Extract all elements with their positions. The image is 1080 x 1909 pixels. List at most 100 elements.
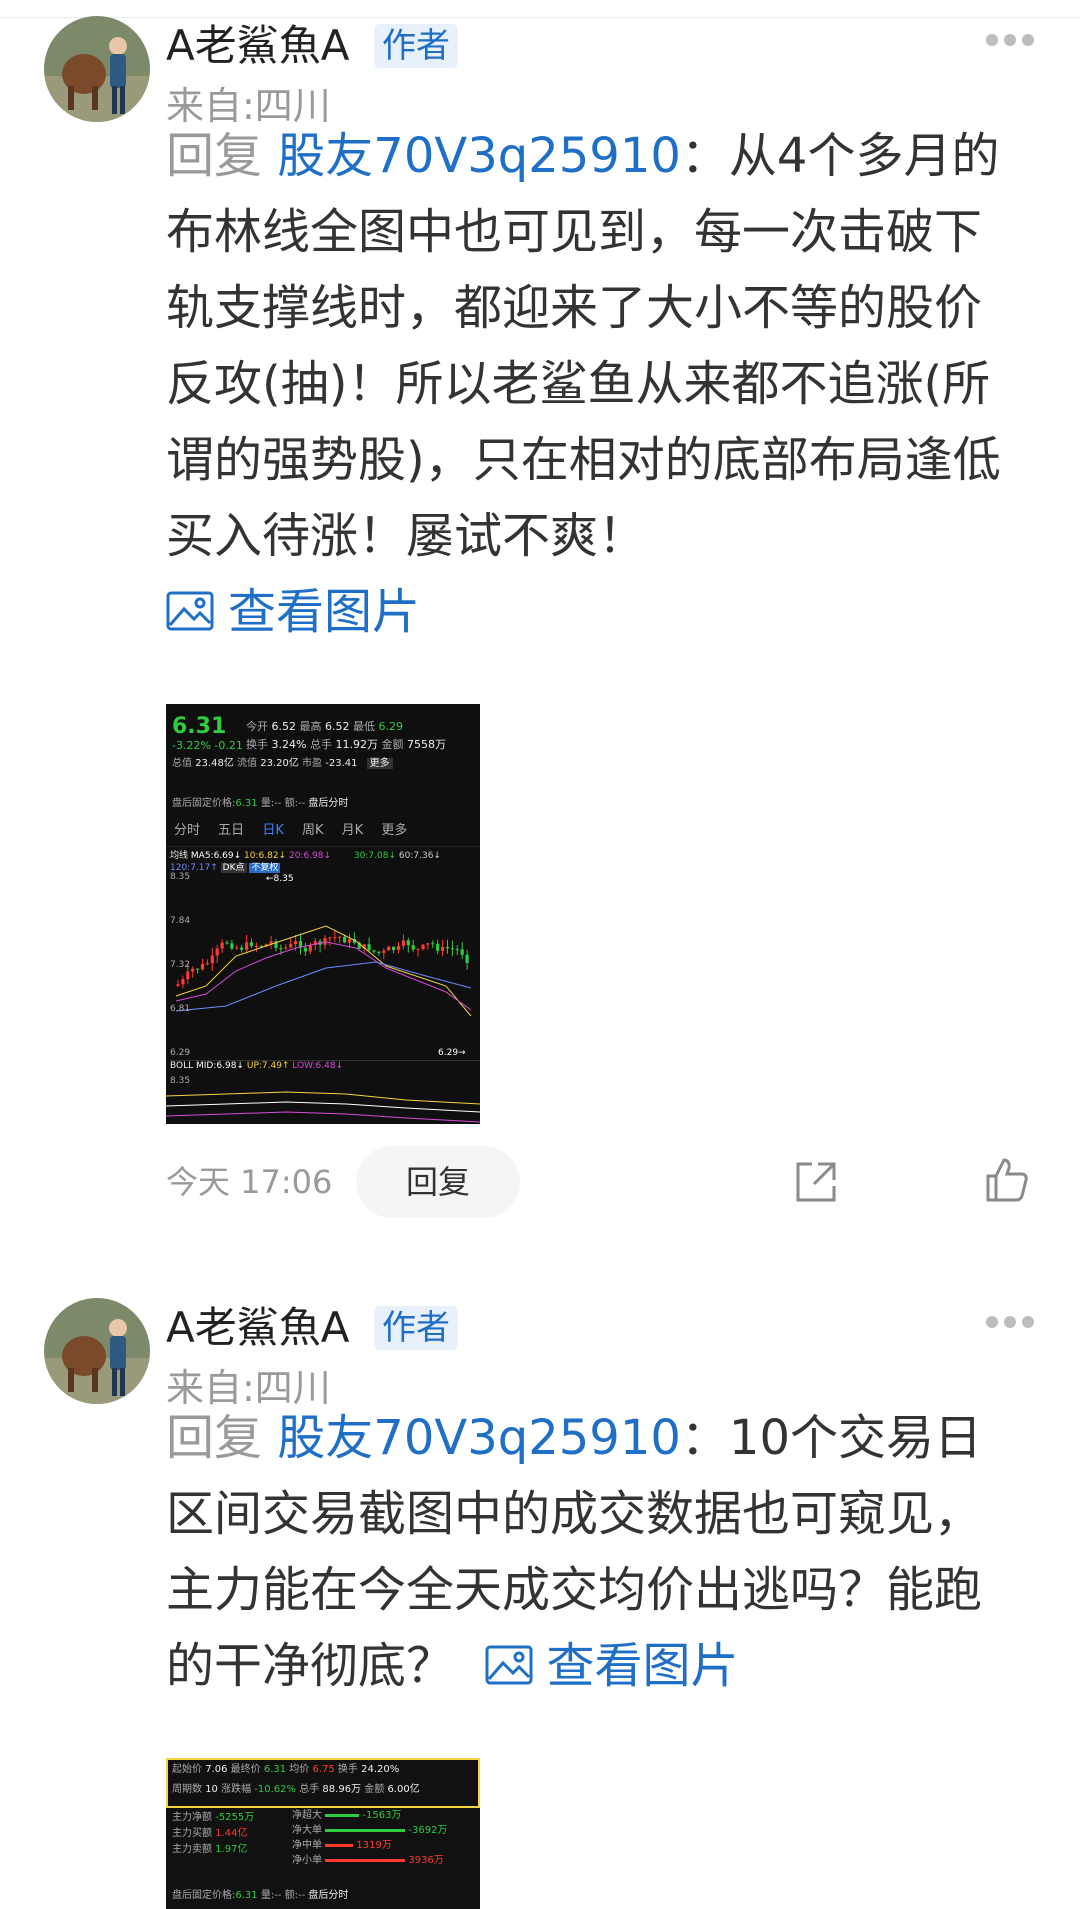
candle-body (392, 946, 396, 950)
buy-label: 主力买额 (172, 1828, 212, 1839)
ma30-value: 30:7.08↓ (353, 851, 397, 861)
boll-up: UP:7.49↑ (246, 1061, 290, 1071)
candle-body (416, 949, 420, 951)
tab-5day[interactable]: 五日 (218, 823, 244, 838)
after-time-toggle[interactable]: 盘后分时 (308, 798, 348, 809)
candle-body (382, 950, 386, 953)
candle-body (328, 937, 332, 939)
view-image-link[interactable]: 查看图片 (485, 1638, 739, 1694)
candle-body (323, 938, 327, 945)
more-button[interactable]: 更多 (366, 758, 393, 769)
stock-chart-thumbnail[interactable]: 6.31 -3.22% -0.21 今开 6.52 最高 6.52 最低 6.2… (166, 704, 480, 1124)
y-tick-2: 7.84 (170, 916, 191, 926)
avatar[interactable] (44, 1298, 150, 1404)
tab-weekly-k[interactable]: 周K (302, 823, 324, 838)
ma60-value: 60:7.36↓ (398, 851, 441, 861)
xl-label: 净超大 (292, 1810, 322, 1821)
more-options-icon[interactable] (986, 1316, 1034, 1330)
tab-monthly-k[interactable]: 月K (342, 823, 364, 838)
net-label: 主力净额 (172, 1812, 212, 1823)
ma-label: 均线 (170, 851, 189, 861)
candle-body (347, 939, 352, 943)
l-label: 净大单 (292, 1825, 322, 1836)
candle-body (279, 947, 283, 949)
candle-body (289, 944, 293, 948)
dk-button[interactable]: DK点 (220, 863, 247, 873)
float-label: 流值 (237, 758, 258, 769)
tab-more[interactable]: 更多 (381, 823, 407, 838)
volume-value: 11.92万 (335, 738, 378, 751)
view-image-link[interactable]: 查看图片 (166, 584, 420, 640)
price-change: -3.22% -0.21 (172, 739, 243, 752)
tab-intraday[interactable]: 分时 (174, 823, 200, 838)
candle-body (460, 949, 464, 955)
amount-value: 7558万 (406, 738, 446, 751)
after-price-label: 盘后固定价格: (172, 1890, 236, 1901)
after-amt-value: -- (297, 798, 306, 809)
candle-body (245, 942, 249, 950)
mention-link[interactable]: 股友70V3q25910 (277, 128, 681, 184)
candle-body (235, 947, 239, 949)
amount-label: 金额 (381, 738, 404, 751)
reply-button[interactable]: 回复 (356, 1146, 520, 1218)
low-value: 6.29 (378, 720, 404, 733)
candle-body (249, 942, 254, 947)
pe-label: 市盈 (302, 758, 323, 769)
candle-body (294, 941, 298, 945)
share-icon[interactable] (792, 1158, 840, 1206)
y-tick-top: 8.35 (170, 872, 191, 882)
boll-chart (166, 1091, 480, 1123)
author-badge: 作者 (374, 24, 458, 68)
end-value: 6.31 (263, 1764, 287, 1775)
author-name[interactable]: A老鯊魚A (166, 1302, 349, 1354)
m-value: 1319万 (356, 1840, 392, 1851)
avatar[interactable] (44, 16, 150, 122)
amt-value: 6.00亿 (387, 1784, 420, 1795)
after-price-value: 6.31 (235, 1890, 258, 1901)
more-options-icon[interactable] (986, 34, 1034, 48)
xl-value: -1563万 (362, 1810, 402, 1821)
candle-body (411, 945, 415, 950)
candle-body (372, 950, 376, 952)
ma20-value: 20:6.98↓ (288, 851, 332, 861)
candle-body (230, 943, 234, 949)
boll-label: BOLL (170, 1061, 194, 1071)
low-label: 最低 (353, 720, 375, 733)
min-marker: 6.29→ (438, 1048, 466, 1058)
adjust-button[interactable]: 不复权 (249, 863, 281, 873)
candle-body (240, 947, 244, 950)
sell-value: 1.97亿 (215, 1844, 248, 1855)
buy-value: 1.44亿 (215, 1828, 248, 1839)
boll-low: LOW:6.48↓ (292, 1061, 344, 1071)
sell-label: 主力卖额 (172, 1844, 212, 1855)
candle-body (431, 943, 435, 945)
max-marker: ←8.35 (266, 874, 294, 884)
chg-label: 涨跌幅 (221, 1784, 252, 1795)
candle-body (421, 944, 425, 950)
candle-body (406, 940, 410, 946)
comment-text: 回复 股友70V3q25910：从4个多月的布林线全图中也可见到，每一次击破下轨… (166, 118, 1006, 650)
volume-label: 总手 (309, 738, 332, 751)
candle-body (436, 943, 440, 951)
candle-body (367, 944, 371, 951)
s-value: 3936万 (408, 1855, 444, 1866)
candle-body (176, 984, 180, 986)
after-time-toggle[interactable]: 盘后分时 (308, 1890, 348, 1901)
candle-body (303, 947, 307, 952)
open-value: 6.52 (271, 720, 297, 733)
mcap-value: 23.48亿 (195, 758, 234, 769)
candle-body (455, 949, 459, 951)
candle-body (450, 948, 454, 950)
candle-body (284, 947, 288, 949)
mention-link[interactable]: 股友70V3q25910 (277, 1410, 681, 1466)
reply-prefix: 回复 (166, 128, 263, 184)
turn-value: 24.20% (361, 1764, 400, 1775)
end-label: 最终价 (230, 1764, 261, 1775)
trade-stats-thumbnail[interactable]: 起始价 7.06 最终价 6.31 均价 6.75 换手 24.20% 周期数 … (166, 1758, 480, 1909)
comment-body: ：从4个多月的布林线全图中也可见到，每一次击破下轨支撑线时，都迎来了大小不等的股… (166, 128, 1001, 564)
tab-daily-k[interactable]: 日K (262, 823, 284, 838)
author-name[interactable]: A老鯊魚A (166, 20, 349, 72)
view-image-label: 查看图片 (228, 584, 421, 640)
like-icon[interactable] (982, 1156, 1030, 1204)
candle-body (465, 954, 469, 964)
